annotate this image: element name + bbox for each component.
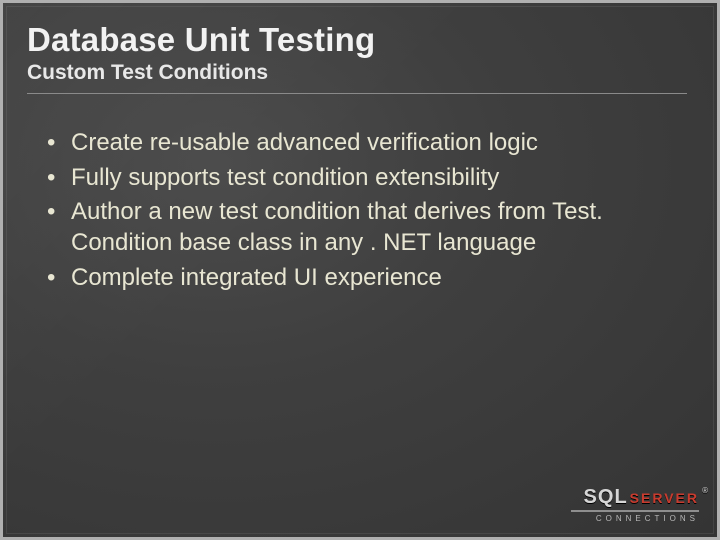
divider — [27, 93, 687, 94]
list-item: Author a new test condition that derives… — [47, 197, 677, 258]
list-item: Fully supports test condition extensibil… — [47, 163, 677, 194]
sqlserver-logo: SQL SERVER ® CONNECTIONS — [571, 487, 699, 523]
registered-icon: ® — [702, 487, 708, 495]
logo-text-server: SERVER ® — [630, 491, 699, 505]
logo-text-sql: SQL — [584, 487, 628, 507]
slide-title: Database Unit Testing — [27, 21, 707, 59]
slide: Database Unit Testing Custom Test Condit… — [0, 0, 720, 540]
logo-text-server-label: SERVER — [630, 490, 699, 506]
list-item: Complete integrated UI experience — [47, 263, 677, 294]
logo-divider — [571, 510, 699, 512]
bullet-list: Create re-usable advanced verification l… — [27, 128, 707, 294]
list-item: Create re-usable advanced verification l… — [47, 128, 677, 159]
slide-subtitle: Custom Test Conditions — [27, 61, 707, 85]
logo-subtext: CONNECTIONS — [571, 515, 699, 523]
